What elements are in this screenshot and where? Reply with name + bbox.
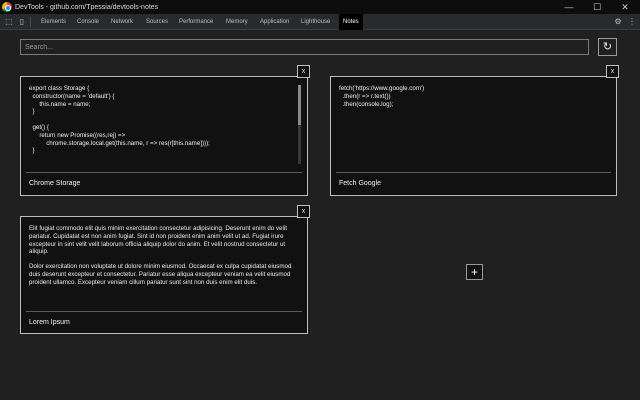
note-close-button[interactable]: x — [297, 65, 310, 78]
refresh-icon: ↻ — [602, 41, 613, 53]
tab-network[interactable]: Network — [111, 14, 133, 30]
device-toolbar-icon[interactable]: ▯ — [17, 17, 27, 27]
note-content[interactable]: Elit fugiat commodo elit quis minim exer… — [29, 225, 295, 307]
note-paragraph: Elit fugiat commodo elit quis minim exer… — [29, 225, 287, 256]
note-close-button[interactable]: x — [297, 205, 310, 218]
add-note-button[interactable]: + — [466, 264, 483, 280]
note-title[interactable]: Fetch Google — [339, 180, 381, 187]
window-title: DevTools - github.com/Tpessia/devtools-n… — [15, 3, 159, 11]
tab-notes[interactable]: Notes — [339, 14, 363, 30]
note-code-text: export class Storage { constructor(name … — [29, 85, 210, 155]
tab-elements[interactable]: Elements — [41, 14, 66, 30]
note-divider — [26, 172, 302, 173]
note-code-text: fetch('https://www.google.com') .then(r … — [339, 85, 425, 108]
maximize-button[interactable]: ☐ — [584, 0, 610, 14]
note-card: x export class Storage { constructor(nam… — [20, 65, 310, 196]
tab-lighthouse[interactable]: Lighthouse — [301, 14, 330, 30]
toolbar-divider — [30, 17, 31, 27]
note-scrollbar-thumb[interactable] — [298, 85, 301, 125]
more-options-icon[interactable]: ⋮ — [627, 17, 637, 27]
note-title[interactable]: Lorem Ipsum — [29, 319, 70, 326]
note-divider — [336, 172, 611, 173]
note-title[interactable]: Chrome Storage — [29, 180, 80, 187]
tab-performance[interactable]: Performance — [179, 14, 213, 30]
search-input[interactable] — [20, 39, 589, 55]
inspect-element-icon[interactable]: ⬚ — [4, 17, 14, 27]
note-card: x fetch('https://www.google.com') .then(… — [330, 65, 619, 196]
note-close-button[interactable]: x — [606, 65, 619, 78]
tab-sources[interactable]: Sources — [146, 14, 168, 30]
note-divider — [26, 311, 302, 312]
note-scrollbar[interactable] — [298, 85, 301, 164]
refresh-button[interactable]: ↻ — [598, 38, 617, 56]
tab-memory[interactable]: Memory — [226, 14, 248, 30]
note-content[interactable]: fetch('https://www.google.com') .then(r … — [339, 85, 604, 165]
note-card: x Elit fugiat commodo elit quis minim ex… — [20, 205, 310, 334]
window-titlebar: DevTools - github.com/Tpessia/devtools-n… — [0, 0, 640, 14]
note-paragraph: Dolor exercitation non voluptate ut dolo… — [29, 263, 292, 286]
devtools-tabbar: ⬚ ▯ Elements Console Network Sources Per… — [0, 14, 640, 30]
tab-application[interactable]: Application — [260, 14, 289, 30]
chrome-logo-icon — [2, 2, 12, 12]
gear-icon[interactable]: ⚙ — [613, 17, 623, 27]
note-content[interactable]: export class Storage { constructor(name … — [29, 85, 295, 165]
tab-console[interactable]: Console — [77, 14, 99, 30]
minimize-button[interactable]: — — [556, 0, 582, 14]
close-window-button[interactable]: ✕ — [612, 0, 638, 14]
